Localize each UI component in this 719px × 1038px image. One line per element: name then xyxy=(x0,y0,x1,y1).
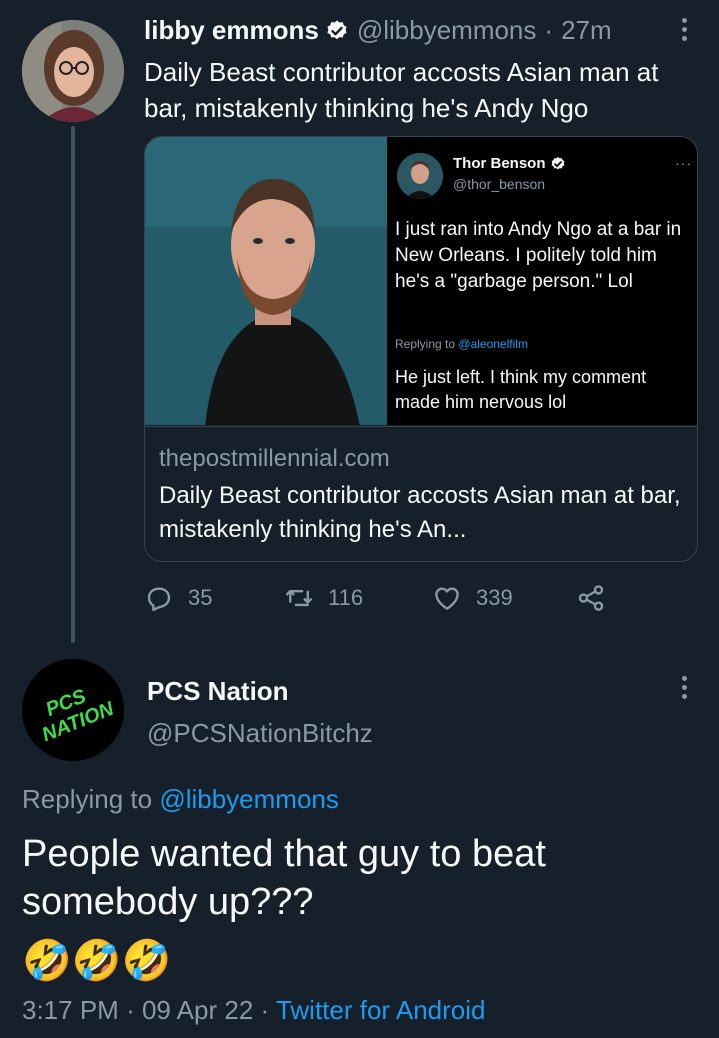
separator-dot: · xyxy=(126,995,135,1025)
replying-prefix: Replying to xyxy=(22,784,153,814)
reply-more-options-icon[interactable] xyxy=(678,676,690,704)
embedded-author-avatar xyxy=(397,153,443,199)
more-options-icon[interactable] xyxy=(678,18,690,46)
like-count: 339 xyxy=(476,585,513,610)
tweet-metadata: 3:17 PM · 09 Apr 22 · Twitter for Androi… xyxy=(22,995,486,1026)
tweet-time[interactable]: 27m xyxy=(561,15,612,46)
embedded-more-icon: ··· xyxy=(675,155,692,171)
link-card[interactable]: Thor Benson @thor_benson ··· I just ran … xyxy=(144,136,698,562)
tweet-source-link[interactable]: Twitter for Android xyxy=(276,995,486,1025)
separator-dot: · xyxy=(544,15,554,45)
person-photo xyxy=(145,137,387,425)
embedded-replying-to: Replying to @aleonelfilm xyxy=(395,337,528,351)
tweet-timestamp[interactable]: 3:17 PM xyxy=(22,995,119,1025)
embedded-replying-prefix: Replying to xyxy=(395,337,456,351)
reply-text: People wanted that guy to beat somebody … xyxy=(22,833,546,923)
reply-icon xyxy=(147,587,171,612)
card-details: thepostmillennial.com Daily Beast contri… xyxy=(145,426,697,561)
embedded-author-name: Thor Benson xyxy=(453,155,566,172)
separator-dot: · xyxy=(260,995,270,1025)
share-icon xyxy=(578,585,604,611)
embedded-verified-badge-icon xyxy=(551,156,564,169)
thread-connector-line xyxy=(71,126,75,643)
tweet-header: libby emmons @libbyemmons · 27m xyxy=(144,15,612,46)
person-photo-illustration xyxy=(145,137,387,425)
retweet-icon xyxy=(285,589,313,607)
embedded-author-handle: @thor_benson xyxy=(453,176,546,192)
tweet-text: Daily Beast contributor accosts Asian ma… xyxy=(144,57,659,123)
reply-author-avatar[interactable]: PCS NATION xyxy=(22,659,124,761)
tweet-date[interactable]: 09 Apr 22 xyxy=(142,995,253,1025)
embedded-tweet-text: I just ran into Andy Ngo at a bar in New… xyxy=(395,219,682,292)
card-title: Daily Beast contributor accosts Asian ma… xyxy=(159,482,681,543)
replying-to: Replying to @libbyemmons xyxy=(22,784,339,815)
author-handle[interactable]: @libbyemmons xyxy=(357,15,537,46)
embedded-reply-text: He just left. I think my comment made hi… xyxy=(395,367,647,412)
reply-author-handle[interactable]: @PCSNationBitchz xyxy=(147,718,373,749)
like-button[interactable]: 339 xyxy=(432,583,513,613)
embedded-author-name-text: Thor Benson xyxy=(453,155,546,172)
embedded-tweet-screenshot: Thor Benson @thor_benson ··· I just ran … xyxy=(387,137,697,425)
embedded-author-avatar-image xyxy=(397,153,443,199)
share-button[interactable] xyxy=(576,583,606,613)
laughing-emoji-icons: 🤣🤣🤣 xyxy=(22,939,172,983)
reply-button[interactable]: 35 xyxy=(144,583,212,613)
verified-badge-icon xyxy=(327,20,347,39)
card-domain: thepostmillennial.com xyxy=(159,445,390,472)
retweet-count: 116 xyxy=(328,585,364,610)
tweet-action-bar: 35 116 339 xyxy=(144,583,614,619)
heart-icon xyxy=(435,587,459,610)
author-name[interactable]: libby emmons xyxy=(144,15,319,46)
author-avatar[interactable] xyxy=(22,20,124,122)
pcs-nation-logo: PCS NATION xyxy=(22,659,124,761)
replying-mention-link[interactable]: @libbyemmons xyxy=(159,784,339,814)
reply-author-name[interactable]: PCS Nation xyxy=(147,676,289,707)
author-avatar-image xyxy=(22,20,124,122)
retweet-button[interactable]: 116 xyxy=(284,583,363,613)
embedded-replying-mention: @aleonelfilm xyxy=(458,337,528,351)
reply-count: 35 xyxy=(188,585,213,610)
card-image: Thor Benson @thor_benson ··· I just ran … xyxy=(145,137,697,425)
